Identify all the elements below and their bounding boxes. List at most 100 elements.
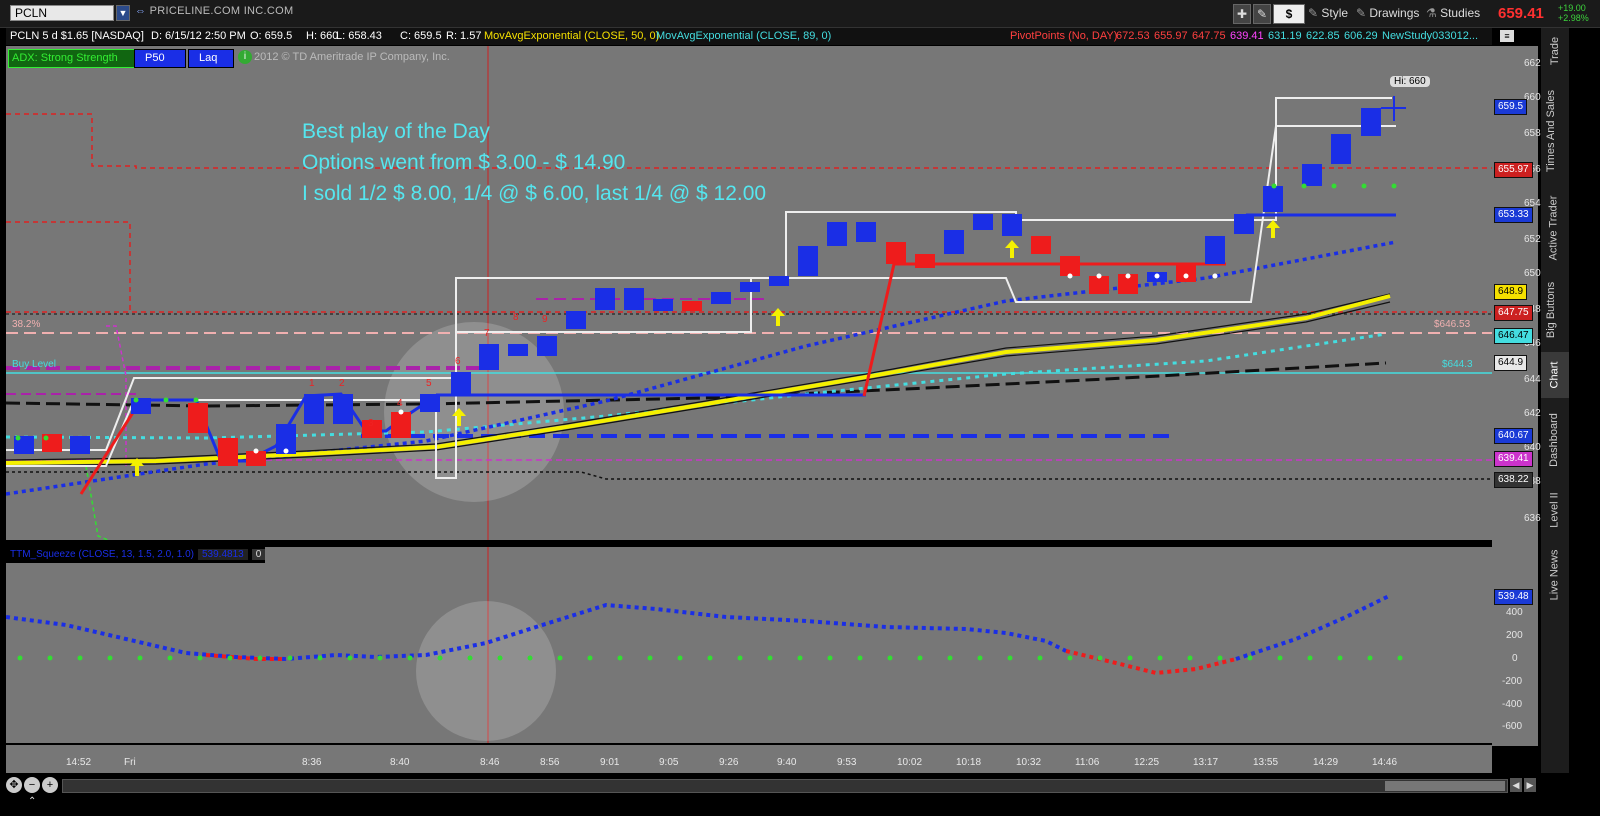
trade-annotation: Best play of the Day Options went from $…: [302, 116, 766, 209]
time-label: 9:26: [719, 757, 739, 768]
link-icon: ⇔: [135, 5, 150, 17]
pivot-r2: 672.53: [1116, 30, 1150, 42]
price-axis[interactable]: 662 660 658 656 654 652 650 648 646 644 …: [1492, 46, 1541, 746]
annotation-line-2: Options went from $ 3.00 - $ 14.90: [302, 151, 626, 174]
price-chart[interactable]: 1 2 3 4 5 6 7 8 9 Best play of the Day Options…: [5, 46, 1492, 541]
new-study-label[interactable]: NewStudy033012...: [1382, 28, 1478, 45]
tab-level-ii[interactable]: Level II: [1541, 482, 1569, 538]
info-icon[interactable]: i: [238, 50, 252, 64]
top-toolbar: PCLN ▼ ⇔ PRICELINE.COM INC.COM ✚ ✎ $ ✎ S…: [0, 0, 1600, 28]
style-button[interactable]: ✎ Style: [1308, 4, 1348, 22]
scroll-left-icon[interactable]: ◀: [1510, 778, 1522, 792]
axis-tick: 650: [1524, 268, 1541, 279]
scroll-right-icon[interactable]: ▶: [1524, 778, 1536, 792]
horizontal-scrollbar[interactable]: [62, 779, 1508, 793]
price-tag-ema50: 648.9: [1494, 284, 1528, 300]
scrollbar-thumb[interactable]: [1385, 781, 1505, 791]
pivot-label[interactable]: PivotPoints (No, DAY): [1010, 28, 1117, 45]
squeeze-chart[interactable]: TTM_Squeeze (CLOSE, 13, 1.5, 2.0, 1.0) 53…: [6, 547, 1492, 743]
price-tag-last: 659.5: [1494, 99, 1528, 115]
tab-active-trader[interactable]: Active Trader: [1541, 188, 1569, 268]
price-tag-black-ma: 644.9: [1494, 355, 1528, 371]
time-label: 10:02: [897, 757, 923, 768]
ema50-label[interactable]: MovAvgExponential (CLOSE, 50, 0): [484, 28, 659, 45]
axis-tick: 658: [1524, 128, 1541, 139]
tab-trade[interactable]: Trade: [1541, 28, 1569, 74]
time-label: 14:29: [1313, 757, 1339, 768]
ema89-label[interactable]: MovAvgExponential (CLOSE, 89, 0): [656, 28, 831, 45]
quote-info-bar: PCLN 5 d $1.65 [NASDAQ] D: 6/15/12 2:50 …: [6, 28, 1492, 45]
svg-text:3: 3: [368, 418, 374, 429]
symbol-dropdown-icon[interactable]: ▼: [116, 5, 130, 21]
pivot-s4: 606.29: [1344, 30, 1378, 42]
tab-dashboard[interactable]: Dashboard: [1541, 400, 1569, 480]
sub-axis-tick: 0: [1512, 653, 1518, 664]
svg-text:8: 8: [513, 312, 519, 323]
tab-times-and-sales[interactable]: Times And Sales: [1541, 76, 1569, 186]
tab-chart[interactable]: Chart: [1541, 352, 1569, 398]
sub-axis-tick: 200: [1506, 630, 1523, 641]
svg-text:6: 6: [455, 356, 461, 367]
copyright-text: 2012 © TD Ameritrade IP Company, Inc.: [254, 51, 450, 63]
studies-button[interactable]: ⚗ Studies: [1426, 4, 1480, 22]
level-64653-label: $646.53: [1434, 319, 1471, 330]
bar-open: O: 659.5: [250, 30, 293, 42]
time-label: 10:18: [956, 757, 982, 768]
price-tag-pp: 647.75: [1494, 305, 1533, 321]
studies-icon: ⚗: [1426, 6, 1441, 20]
tab-live-news[interactable]: Live News: [1541, 540, 1569, 610]
pivot-pp: 647.75: [1192, 30, 1226, 42]
right-side-tabs: Trade Times And Sales Active Trader Big …: [1541, 28, 1569, 773]
momentum-blue-2: [1235, 593, 1392, 661]
price-tag-s1: 639.41: [1494, 451, 1533, 467]
adx-badge[interactable]: ADX: Strong Strength: [8, 49, 137, 68]
change-pct: +2.98%: [1558, 13, 1589, 23]
svg-text:2: 2: [339, 378, 345, 389]
price-tag-ema89: 646.47: [1494, 328, 1533, 344]
laq-badge[interactable]: Laq: [188, 49, 234, 68]
symbol-input[interactable]: PCLN: [10, 5, 114, 21]
svg-text:4: 4: [397, 398, 403, 409]
annotation-line-1: Best play of the Day: [302, 120, 490, 143]
green-dashed: [85, 465, 109, 541]
momentum-red-2: [1065, 649, 1237, 676]
drawings-button[interactable]: ✎ Drawings: [1356, 4, 1419, 22]
pivot-s1: 639.41: [1230, 30, 1264, 42]
time-label: 14:46: [1372, 757, 1398, 768]
axis-tick: 662: [1524, 58, 1541, 69]
svg-text:7: 7: [484, 328, 490, 339]
svg-text:9: 9: [542, 314, 548, 325]
tab-big-buttons[interactable]: Big Buttons: [1541, 270, 1569, 350]
zoom-in-icon[interactable]: +: [42, 777, 58, 793]
sub-tag-value: 539.48: [1494, 589, 1533, 605]
buy-level-label: Buy Level: [12, 359, 56, 370]
cyan-dotted-ma: [5, 332, 1387, 440]
axis-tick: 636: [1524, 513, 1541, 524]
bar-high: H: 660: [306, 30, 339, 42]
expand-icon[interactable]: ⌃: [28, 796, 40, 808]
price-tag-lower: 638.22: [1494, 472, 1533, 488]
wrench-icon[interactable]: ✎: [1253, 4, 1271, 24]
settings-icon[interactable]: ≡: [1500, 30, 1514, 42]
time-label: 9:05: [659, 757, 679, 768]
sub-axis-tick: -600: [1502, 721, 1523, 732]
crosshair-icon[interactable]: ✚: [1233, 4, 1251, 24]
price-tag-support: 640.67: [1494, 428, 1533, 444]
time-label: 10:32: [1016, 757, 1042, 768]
zoom-out-icon[interactable]: −: [24, 777, 40, 793]
time-label: 9:01: [600, 757, 620, 768]
p50-badge[interactable]: P50: [134, 49, 186, 68]
price-tag-resistance: 653.33: [1494, 207, 1533, 223]
pan-icon[interactable]: ✥: [6, 777, 22, 793]
fib-label: 38.2%: [12, 319, 41, 330]
black-dotted-lower: [6, 471, 1492, 480]
company-name: ⇔ PRICELINE.COM INC.COM: [135, 5, 294, 17]
time-label: 13:55: [1253, 757, 1279, 768]
time-label: 9:53: [837, 757, 857, 768]
dollar-button[interactable]: $: [1273, 4, 1305, 24]
pivot-r1: 655.97: [1154, 30, 1188, 42]
axis-tick: 652: [1524, 234, 1541, 245]
level-6443-label: $644.3: [1442, 359, 1473, 370]
svg-text:5: 5: [426, 378, 432, 389]
sub-axis-tick: -400: [1502, 699, 1523, 710]
